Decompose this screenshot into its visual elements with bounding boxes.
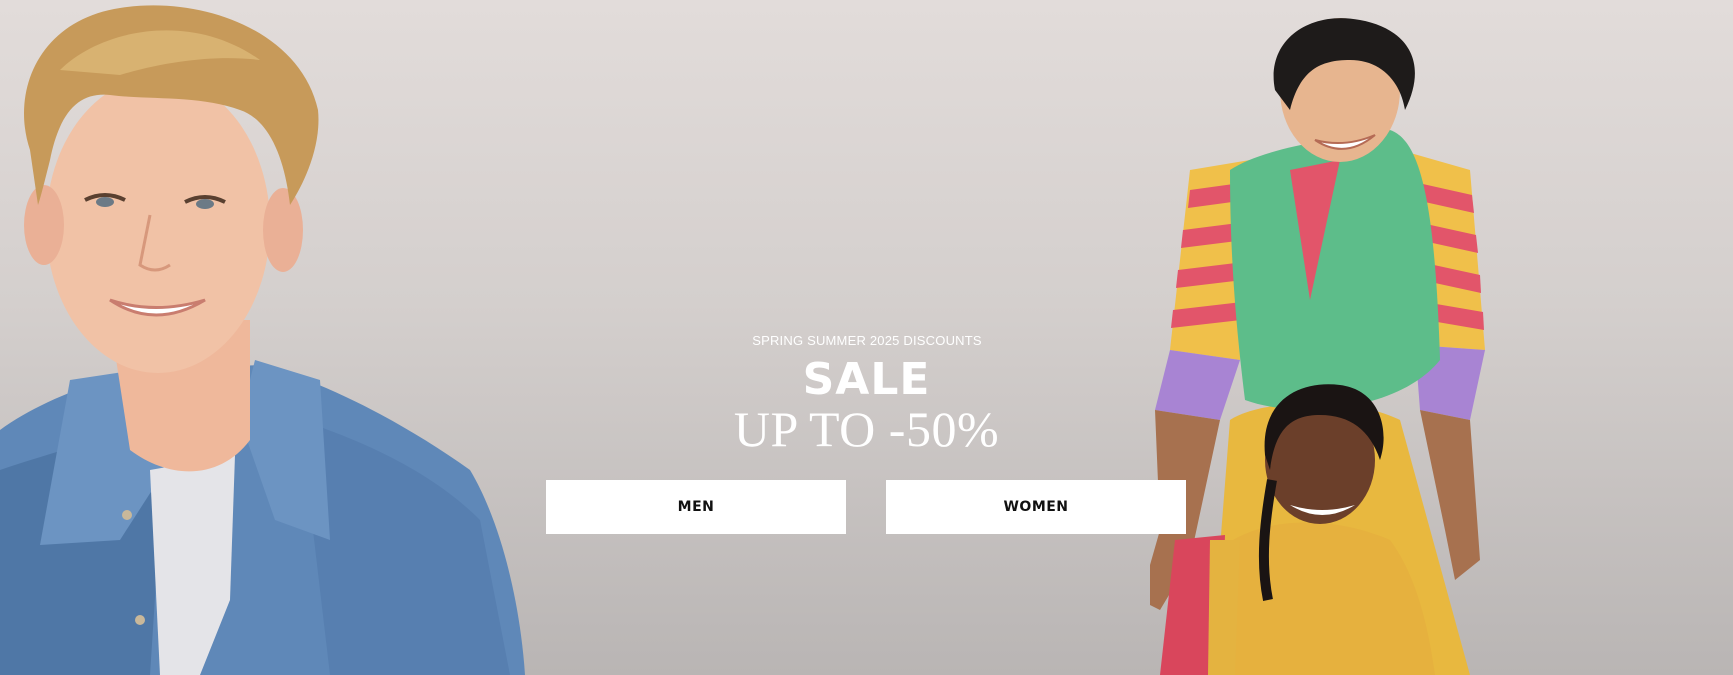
promo-eyebrow: SPRING SUMMER 2025 DISCOUNTS	[752, 333, 982, 348]
shop-men-button[interactable]: MEN	[546, 480, 846, 534]
shop-women-button[interactable]: WOMEN	[886, 480, 1186, 534]
promo-content: SPRING SUMMER 2025 DISCOUNTS SALE UP TO …	[0, 333, 1733, 454]
sale-hero-banner: SPRING SUMMER 2025 DISCOUNTS SALE UP TO …	[0, 0, 1733, 675]
discount-subtitle: UP TO -50%	[733, 401, 1000, 457]
cta-buttons: MEN WOMEN	[546, 480, 1186, 534]
sale-title: SALE	[802, 354, 931, 405]
